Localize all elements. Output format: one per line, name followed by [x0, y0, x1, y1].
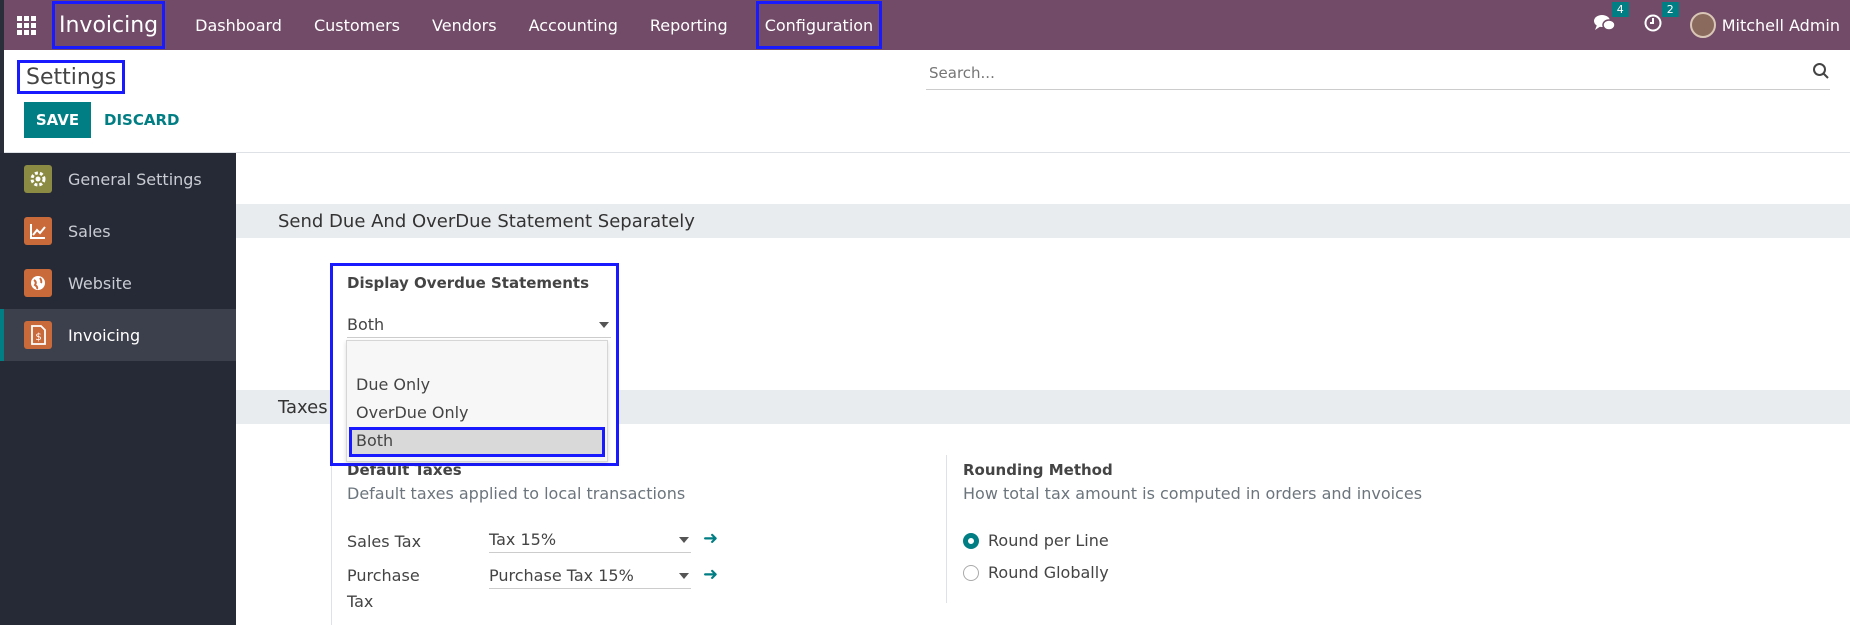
sidebar-item-website[interactable]: Website	[0, 257, 236, 309]
setting-divider	[946, 455, 947, 603]
arrow-right-icon[interactable]: ➜	[703, 528, 718, 549]
avatar[interactable]	[1689, 12, 1716, 38]
sidebar-item-label: Website	[68, 273, 132, 293]
sidebar-item-invoicing[interactable]: $ Invoicing	[0, 309, 236, 361]
menu-configuration[interactable]: Configuration	[755, 1, 883, 49]
menu-vendors[interactable]: Vendors	[416, 0, 513, 50]
setting-divider	[331, 455, 332, 625]
activities-button[interactable]: 2	[1644, 1, 1679, 37]
svg-text:$: $	[35, 332, 41, 343]
sidebar-item-label: Sales	[68, 221, 111, 241]
round-per-line-label[interactable]: Round per Line	[988, 531, 1109, 550]
menu-dashboard[interactable]: Dashboard	[179, 0, 298, 50]
round-globally-label[interactable]: Round Globally	[988, 563, 1109, 582]
rounding-method-help: How total tax amount is computed in orde…	[963, 484, 1423, 503]
invoice-icon: $	[24, 321, 52, 349]
sales-tax-select[interactable]: Tax 15%	[489, 527, 691, 553]
search-bar	[926, 56, 1830, 90]
activities-badge: 2	[1661, 1, 1679, 17]
sidebar-item-label: General Settings	[68, 169, 202, 189]
gear-icon	[24, 165, 52, 193]
messages-button[interactable]: 4	[1593, 1, 1629, 37]
purchase-tax-select[interactable]: Purchase Tax 15%	[489, 563, 691, 589]
purchase-tax-label-line1: Purchase	[347, 566, 420, 585]
settings-sidebar: General Settings Sales Website $ Invoici…	[0, 153, 236, 625]
purchase-tax-value: Purchase Tax 15%	[489, 566, 634, 585]
sales-tax-label: Sales Tax	[347, 532, 422, 551]
purchase-tax-label-line2: Tax	[347, 592, 374, 611]
user-menu-name[interactable]: Mitchell Admin	[1722, 16, 1840, 35]
display-overdue-title: Display Overdue Statements	[347, 274, 589, 292]
rounding-method-title: Rounding Method	[963, 461, 1113, 479]
menu-accounting[interactable]: Accounting	[513, 0, 634, 50]
chevron-down-icon	[679, 537, 689, 543]
search-icon[interactable]	[1812, 62, 1830, 84]
apps-menu-icon[interactable]	[0, 0, 52, 50]
menu-reporting[interactable]: Reporting	[634, 0, 744, 50]
round-per-line-radio[interactable]	[963, 533, 979, 549]
sidebar-item-sales[interactable]: Sales	[0, 205, 236, 257]
app-brand-link[interactable]: Invoicing	[52, 1, 166, 49]
overdue-statement-select[interactable]: Both	[347, 312, 611, 338]
sales-tax-value: Tax 15%	[489, 530, 557, 549]
sidebar-item-general-settings[interactable]: General Settings	[0, 153, 236, 205]
chart-icon	[24, 217, 52, 245]
overdue-select-value: Both	[347, 315, 385, 334]
globe-icon	[24, 269, 52, 297]
section-heading-statements: Send Due And OverDue Statement Separatel…	[236, 204, 1850, 238]
sidebar-item-label: Invoicing	[68, 325, 141, 345]
chevron-down-icon	[599, 322, 609, 328]
clock-icon	[1644, 14, 1662, 37]
page-title: Settings	[17, 60, 126, 94]
arrow-right-icon[interactable]: ➜	[703, 564, 718, 585]
discard-button[interactable]: DISCARD	[104, 102, 179, 138]
dropdown-option-overdue-only[interactable]: OverDue Only	[356, 403, 469, 422]
chat-icon	[1593, 14, 1616, 37]
dropdown-option-both[interactable]: Both	[356, 431, 393, 450]
save-button[interactable]: SAVE	[24, 102, 91, 138]
menu-customers[interactable]: Customers	[298, 0, 416, 50]
search-input[interactable]	[926, 63, 1786, 82]
round-globally-radio[interactable]	[963, 565, 979, 581]
dropdown-option-due-only[interactable]: Due Only	[356, 375, 430, 394]
messages-badge: 4	[1611, 1, 1629, 17]
top-navbar: Invoicing Dashboard Customers Vendors Ac…	[0, 0, 1850, 50]
default-taxes-help: Default taxes applied to local transacti…	[347, 484, 686, 503]
chevron-down-icon	[679, 573, 689, 579]
